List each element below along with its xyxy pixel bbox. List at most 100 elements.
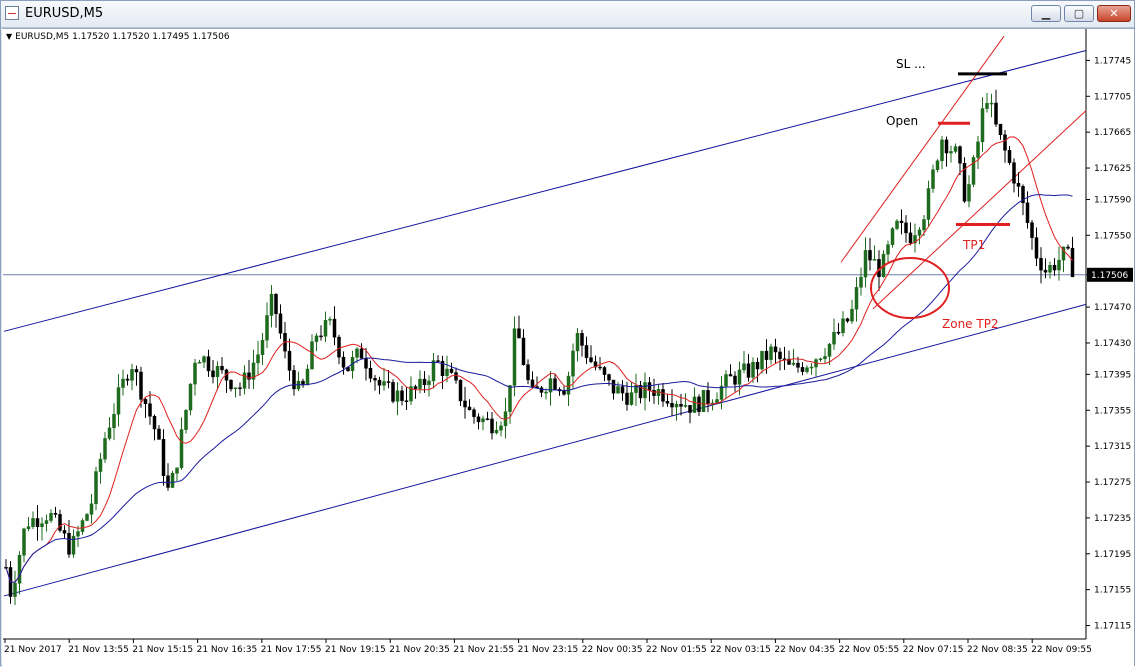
- candle-body: [485, 418, 490, 420]
- candle-body: [751, 361, 755, 378]
- candle-body: [1030, 222, 1034, 238]
- candle-body: [1048, 264, 1052, 273]
- candle-body: [422, 378, 427, 386]
- candle-body: [305, 368, 310, 386]
- candle-body: [292, 370, 296, 390]
- candle-body: [499, 425, 503, 431]
- candle-body: [526, 364, 530, 381]
- candle-body: [184, 409, 188, 430]
- candle-body: [602, 367, 607, 375]
- y-tick-label: 1.17195: [1094, 550, 1131, 560]
- candle-body: [958, 146, 962, 164]
- x-tick-label: 22 Nov 07:15: [903, 645, 964, 655]
- candle-body: [940, 139, 944, 162]
- candle-body: [427, 380, 431, 386]
- candle-body: [935, 160, 940, 170]
- candle-body: [647, 382, 652, 391]
- candle-body: [481, 418, 485, 423]
- candle-body: [391, 382, 395, 402]
- candle-body: [926, 188, 931, 220]
- candle-body: [386, 381, 391, 383]
- candle-body: [665, 401, 670, 404]
- candle-body: [674, 403, 679, 408]
- y-tick-label: 1.17235: [1094, 514, 1131, 524]
- y-tick-label: 1.17115: [1094, 622, 1131, 632]
- channel-upper-line: [3, 50, 1087, 332]
- tp2-zone-ellipse: [870, 257, 950, 319]
- y-tick-label: 1.17590: [1094, 195, 1131, 205]
- candle-body: [494, 429, 499, 434]
- candle-body: [458, 379, 463, 402]
- candle-body: [985, 103, 989, 109]
- candle-body: [980, 108, 985, 143]
- candle-body: [512, 328, 517, 386]
- candle-body: [643, 382, 647, 399]
- candle-body: [238, 387, 242, 389]
- candle-body: [818, 358, 823, 361]
- candle-body: [796, 362, 800, 368]
- candle-body: [368, 368, 373, 379]
- candle-body: [463, 400, 467, 408]
- candle-body: [314, 335, 319, 342]
- candle-body: [49, 513, 53, 521]
- candle-body: [40, 523, 44, 528]
- candle-body: [287, 350, 292, 371]
- y-tick-label: 1.17625: [1094, 164, 1131, 174]
- candle-body: [908, 232, 913, 244]
- candle-body: [76, 531, 80, 537]
- candle-body: [931, 169, 935, 189]
- candle-body: [706, 390, 710, 404]
- candle-body: [679, 403, 683, 407]
- x-tick-label: 21 Nov 17:55: [261, 645, 322, 655]
- candle-body: [620, 386, 625, 394]
- candle-body: [17, 554, 22, 584]
- candle-body: [584, 345, 589, 358]
- candle-body: [202, 356, 206, 363]
- x-tick-label: 21 Nov 16:35: [197, 645, 258, 655]
- candle-body: [94, 471, 98, 505]
- candle-body: [805, 367, 809, 372]
- candle-body: [157, 428, 161, 440]
- y-tick-label: 1.17395: [1094, 370, 1131, 380]
- candle-body: [400, 390, 404, 402]
- candle-body: [827, 343, 832, 357]
- candle-body: [773, 346, 778, 353]
- candle-body: [733, 375, 737, 385]
- candle-body: [899, 220, 904, 224]
- candle-body: [967, 184, 971, 202]
- candle-body: [139, 371, 143, 400]
- tp1-label: TP1: [962, 238, 985, 252]
- candle-body: [278, 313, 283, 334]
- candle-body: [764, 350, 769, 360]
- moving-average-slow: [5, 194, 1073, 583]
- candle-body: [1070, 247, 1075, 278]
- y-tick-label: 1.17275: [1094, 478, 1131, 488]
- candle-body: [832, 331, 836, 345]
- x-tick-label: 21 Nov 2017: [4, 645, 62, 655]
- x-tick-label: 21 Nov 21:55: [453, 645, 514, 655]
- y-tick-label: 1.17315: [1094, 442, 1131, 452]
- candle-body: [404, 400, 409, 403]
- candle-body: [364, 358, 368, 369]
- x-tick-label: 22 Nov 00:35: [582, 645, 643, 655]
- candle-body: [188, 383, 193, 411]
- candle-body: [823, 356, 827, 360]
- candle-body: [791, 362, 796, 365]
- candle-body: [341, 356, 346, 368]
- current-price-label: 1.17506: [1091, 271, 1128, 281]
- candle-body: [436, 360, 440, 362]
- candle-body: [166, 475, 170, 488]
- candle-body: [467, 406, 472, 411]
- y-tick-label: 1.17745: [1094, 56, 1131, 66]
- candle-body: [413, 386, 418, 389]
- chart-window: EURUSD,M5 ▁ ▢ ✕ ▼ EURUSD,M5 1.17520 1.175…: [0, 0, 1135, 667]
- candle-body: [89, 503, 94, 515]
- candle-body: [373, 378, 377, 381]
- candle-body: [719, 385, 724, 400]
- candle-body: [517, 328, 521, 339]
- candle-body: [1066, 246, 1070, 249]
- candle-body: [836, 331, 841, 334]
- candle-body: [575, 333, 580, 352]
- candle-body: [337, 336, 341, 358]
- chart-svg[interactable]: 1.17745 1.17705 1.17665 1.17625 1.17590 1.175…: [1, 1, 1135, 667]
